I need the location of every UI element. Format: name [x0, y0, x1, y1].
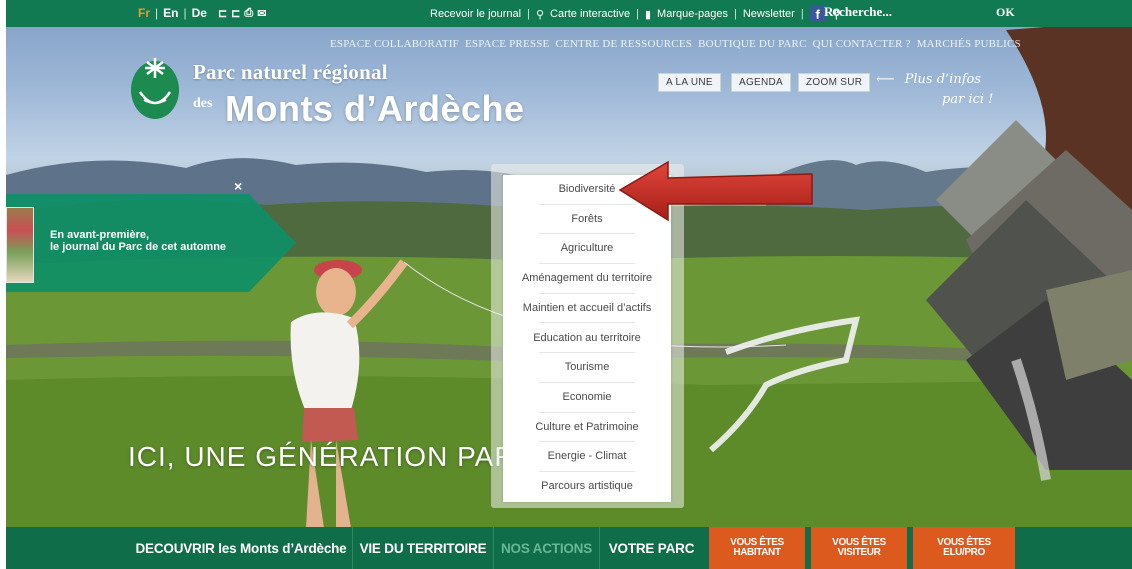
logo-title-des[interactable]: des	[193, 96, 212, 112]
menu-item-label: Parcours artistique	[541, 480, 633, 492]
link-separator: |	[733, 8, 737, 20]
main-nav-bar: DECOUVRIR les Monts d’Ardèche VIE DU TER…	[6, 527, 1132, 569]
search-input[interactable]: Recherche...	[824, 4, 954, 23]
menu-item-label: Culture et Patrimoine	[535, 420, 639, 433]
menu-item-label: Energie - Climat	[547, 450, 627, 463]
plus-info-line1: Plus d’infos	[904, 72, 982, 87]
plus-info-hint: ⟵ Plus d’infos par ici !	[876, 72, 993, 107]
nav-vous-etes-elu[interactable]: VOUS ÊTES ELU/PRO	[913, 527, 1015, 569]
hero-slogan: ICI, UNE GÉNÉRATION PARC	[128, 441, 537, 472]
promo-line2: le journal du Parc de cet automne	[50, 241, 227, 253]
link-separator: |	[527, 8, 530, 20]
logo-title-line1[interactable]: Parc naturel régional	[193, 60, 388, 85]
left-arrow-icon: ⟵	[876, 72, 895, 87]
agenda-button[interactable]: AGENDA	[731, 73, 792, 92]
secondary-link-presse[interactable]: ESPACE PRESSE	[465, 38, 549, 50]
search-ok-button[interactable]: OK	[996, 5, 1015, 20]
language-en-link[interactable]: En	[163, 6, 178, 20]
park-logo-icon[interactable]	[130, 52, 180, 120]
bookmark-icon: ▮	[644, 8, 652, 21]
menu-item-label: Maintien et accueil d’actifs	[522, 301, 652, 314]
menu-item-label: Economie	[562, 390, 612, 403]
link-separator: |	[636, 8, 639, 20]
print-icon[interactable]: ⎙	[244, 7, 253, 20]
a-la-une-button[interactable]: A LA UNE	[658, 73, 721, 92]
secondary-link-boutique[interactable]: BOUTIQUE DU PARC	[698, 38, 807, 50]
receive-journal-link[interactable]: Recevoir le journal	[430, 8, 521, 20]
utility-links: Recevoir le journal | ⚲ Carte interactiv…	[430, 6, 841, 22]
menu-item-energie[interactable]: Energie - Climat	[503, 442, 671, 472]
logo-title-line2[interactable]: Monts d’Ardèche	[225, 88, 525, 130]
menu-item-culture[interactable]: Culture et Patrimoine	[503, 413, 671, 443]
secondary-link-collaboratif[interactable]: ESPACE COLLABORATIF	[330, 38, 459, 50]
nav-vous-etes-visiteur[interactable]: VOUS ÊTES VISITEUR	[811, 527, 907, 569]
menu-item-label: Agriculture	[560, 242, 614, 255]
menu-item-tourisme[interactable]: Tourisme	[503, 353, 671, 383]
map-pin-icon: ⚲	[535, 8, 545, 21]
zoom-sur-button[interactable]: ZOOM SUR	[798, 73, 871, 92]
newsletter-link[interactable]: Newsletter	[743, 8, 795, 20]
promo-text[interactable]: En avant-première, le journal du Parc de…	[50, 229, 226, 253]
menu-item-maintien[interactable]: Maintien et accueil d’actifs	[503, 294, 671, 324]
menu-item-label: Forêts	[571, 212, 603, 225]
link-separator: |	[800, 8, 804, 20]
red-arrow-annotation	[618, 160, 813, 222]
language-separator: |	[155, 6, 159, 20]
promo-line1: En avant-première,	[50, 229, 150, 241]
nav-elu-label: ELU/PRO	[943, 547, 985, 558]
language-fr-link[interactable]: Fr	[138, 6, 150, 20]
menu-item-label: Education au territoire	[533, 331, 641, 344]
nav-decouvrir[interactable]: DECOUVRIR les Monts d’Ardèche	[126, 527, 356, 569]
menu-item-economie[interactable]: Economie	[503, 383, 671, 413]
menu-item-label: Aménagement du territoire	[521, 272, 653, 285]
nav-votre-parc[interactable]: VOTRE PARC	[600, 527, 703, 569]
menu-item-amenagement[interactable]: Aménagement du territoire	[503, 264, 671, 294]
top-utility-bar: Fr | En | De ⊏ ⊏ ⎙ ✉ Recevoir le journal…	[6, 0, 1132, 27]
menu-item-education[interactable]: Education au territoire	[503, 324, 671, 354]
nos-actions-menu: Biodiversité Forêts Agriculture Aménagem…	[503, 175, 671, 502]
nav-habitant-label: HABITANT	[733, 547, 781, 558]
language-separator: |	[183, 6, 187, 20]
nav-visiteur-label: VISITEUR	[837, 547, 881, 558]
plus-info-line2: par ici !	[942, 92, 994, 107]
font-size-increase-icon[interactable]: ⊏	[231, 7, 240, 20]
nav-vous-etes-habitant[interactable]: VOUS ÊTES HABITANT	[709, 527, 805, 569]
nav-vie-territoire[interactable]: VIE DU TERRITOIRE	[353, 527, 493, 569]
language-de-link[interactable]: De	[192, 6, 207, 20]
menu-item-parcours[interactable]: Parcours artistique	[503, 472, 671, 502]
language-selector: Fr | En | De ⊏ ⊏ ⎙ ✉	[138, 6, 266, 20]
secondary-link-marches[interactable]: MARCHÉS PUBLICS	[917, 38, 1021, 50]
secondary-nav: ESPACE COLLABORATIF ESPACE PRESSE CENTRE…	[330, 38, 1021, 50]
font-size-decrease-icon[interactable]: ⊏	[218, 7, 227, 20]
menu-item-label: Biodiversité	[558, 183, 616, 195]
secondary-link-ressources[interactable]: CENTRE DE RESSOURCES	[555, 38, 692, 50]
menu-item-label: Tourisme	[564, 361, 610, 374]
interactive-map-link[interactable]: Carte interactive	[550, 8, 630, 20]
menu-item-agriculture[interactable]: Agriculture	[503, 234, 671, 265]
bookmarks-link[interactable]: Marque-pages	[657, 8, 728, 20]
promo-close-icon[interactable]: ×	[234, 178, 242, 194]
journal-thumbnail[interactable]	[6, 207, 34, 283]
email-icon[interactable]: ✉	[257, 7, 266, 20]
secondary-link-contacter[interactable]: QUI CONTACTER ?	[813, 38, 911, 50]
nav-nos-actions[interactable]: NOS ACTIONS	[494, 527, 599, 569]
